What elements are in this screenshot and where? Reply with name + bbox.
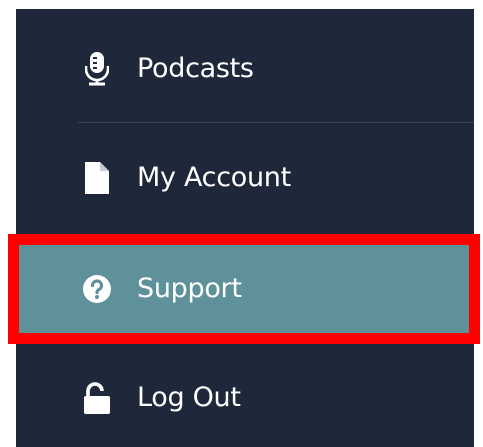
question-circle-icon	[80, 272, 114, 306]
menu-item-podcasts[interactable]: Podcasts	[16, 52, 474, 86]
menu-item-log-out[interactable]: Log Out	[16, 381, 474, 415]
menu-item-label: Support	[137, 273, 242, 304]
menu-item-my-account[interactable]: My Account	[16, 161, 474, 195]
menu-item-support[interactable]: Support	[8, 234, 480, 344]
document-icon	[80, 161, 114, 195]
side-menu: Podcasts My Account Support Log Out	[8, 9, 480, 447]
microphone-icon	[80, 52, 114, 86]
menu-item-label: Podcasts	[137, 53, 254, 84]
menu-item-label: Log Out	[137, 382, 241, 413]
menu-item-label: My Account	[137, 162, 291, 193]
divider	[78, 122, 474, 123]
unlock-icon	[80, 381, 114, 415]
